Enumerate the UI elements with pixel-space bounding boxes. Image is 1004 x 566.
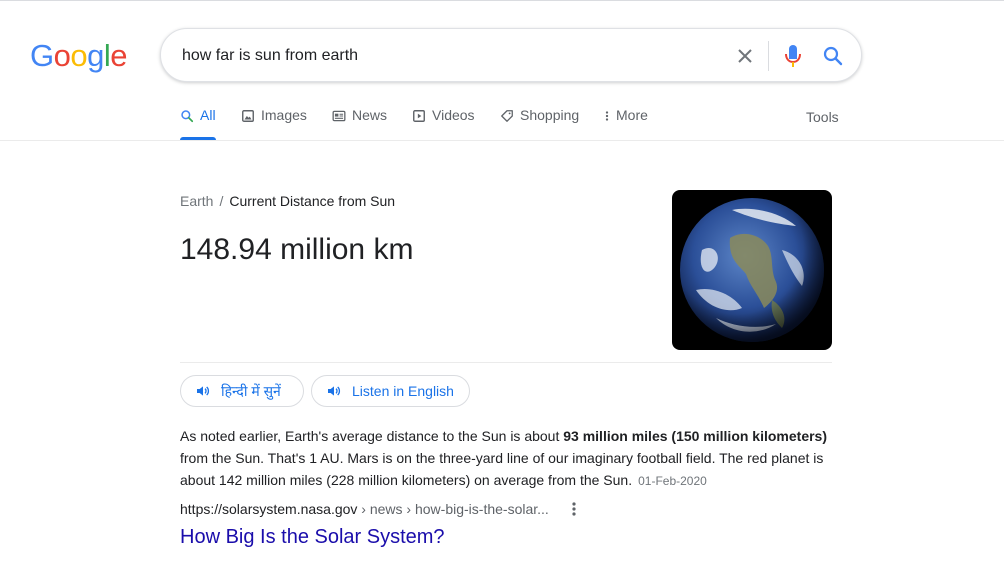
image-icon <box>242 110 254 122</box>
microphone-icon[interactable] <box>781 43 805 69</box>
breadcrumb-parent[interactable]: Earth <box>180 193 213 209</box>
result-url-base: https://solarsystem.nasa.gov <box>180 501 358 517</box>
tab-label: News <box>352 107 388 123</box>
google-logo[interactable]: Google <box>30 38 128 74</box>
snippet-highlight: 93 million miles (150 million kilometers… <box>563 428 828 444</box>
tools-button[interactable]: Tools <box>806 109 839 125</box>
news-icon <box>332 110 346 122</box>
tab-all[interactable]: All <box>180 107 216 141</box>
search-divider <box>768 41 769 71</box>
search-box[interactable] <box>160 28 862 82</box>
video-icon <box>413 110 425 122</box>
listen-english-label: Listen in English <box>352 383 454 399</box>
tab-label: Images <box>261 107 307 123</box>
tag-icon <box>501 110 513 122</box>
logo-letter: e <box>110 38 128 73</box>
featured-snippet-text: As noted earlier, Earth's average distan… <box>180 425 840 492</box>
answer-breadcrumb: Earth / Current Distance from Sun <box>180 193 395 209</box>
listen-hindi-label: हिन्दी में सुनें <box>221 382 281 399</box>
listen-english-button[interactable]: Listen in English <box>311 375 470 407</box>
snippet-text: As noted earlier, Earth's average distan… <box>180 428 564 444</box>
logo-letter: G <box>30 38 54 73</box>
breadcrumb-separator: / <box>219 193 224 209</box>
search-input[interactable] <box>182 44 702 68</box>
clear-icon[interactable] <box>733 44 757 68</box>
tab-images[interactable]: Images <box>241 107 307 141</box>
tab-label: All <box>200 107 216 123</box>
answer-divider <box>180 362 832 363</box>
logo-letter: o <box>53 38 71 73</box>
snippet-date: 01-Feb-2020 <box>638 474 707 488</box>
answer-value: 148.94 million km <box>180 233 414 266</box>
tab-news[interactable]: News <box>332 107 387 141</box>
logo-letter: g <box>87 38 104 73</box>
tab-shopping[interactable]: Shopping <box>500 107 579 141</box>
result-url-path: › news › how-big-is-the-solar... <box>357 501 549 517</box>
tab-more[interactable]: More <box>604 107 648 141</box>
tabs-divider <box>0 140 1004 141</box>
tab-label: Videos <box>432 107 475 123</box>
earth-image[interactable] <box>672 190 832 350</box>
speaker-icon <box>328 386 341 396</box>
tab-label: More <box>616 107 648 123</box>
breadcrumb-current: Current Distance from Sun <box>229 193 396 209</box>
result-url[interactable]: https://solarsystem.nasa.gov › news › ho… <box>180 501 549 517</box>
search-icon[interactable] <box>821 44 845 68</box>
logo-letter: o <box>70 38 88 73</box>
snippet-text: from the Sun. That's 1 AU. Mars is on th… <box>180 450 824 488</box>
search-icon <box>181 110 194 123</box>
listen-hindi-button[interactable]: हिन्दी में सुनें <box>180 375 304 407</box>
speaker-icon <box>197 386 210 396</box>
result-title-link[interactable]: How Big Is the Solar System? <box>180 526 445 549</box>
tab-label: Shopping <box>520 107 580 123</box>
tab-videos[interactable]: Videos <box>412 107 475 141</box>
top-border <box>0 0 1004 1</box>
result-options-icon[interactable] <box>566 500 582 518</box>
more-vert-icon <box>605 111 609 121</box>
